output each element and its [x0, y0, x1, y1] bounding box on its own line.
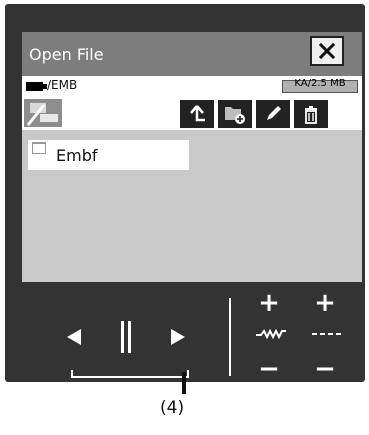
media-icon — [26, 103, 58, 126]
next-button[interactable] — [169, 328, 187, 350]
new-folder-button[interactable] — [218, 100, 252, 128]
triangle-left-icon — [67, 329, 81, 345]
close-icon — [319, 43, 335, 59]
panel-divider — [229, 298, 231, 376]
dialog-title: Open File — [29, 45, 104, 64]
path-bar: /EMB KA/2.5 MB — [22, 76, 362, 96]
stitch-length-minus-button[interactable]: − — [311, 354, 339, 384]
stitch-width-minus-button[interactable]: − — [255, 354, 283, 384]
delete-button[interactable] — [294, 100, 328, 128]
rename-button[interactable] — [256, 100, 290, 128]
file-toolbar — [22, 96, 362, 130]
trash-icon — [305, 106, 317, 124]
close-button[interactable] — [310, 36, 344, 66]
dialog-titlebar: Open File — [22, 32, 362, 76]
media-select-button[interactable] — [24, 99, 62, 127]
new-folder-icon — [225, 107, 245, 124]
callout-bracket — [71, 370, 189, 378]
straight-stitch-icon — [311, 326, 345, 345]
file-item[interactable]: Embf — [28, 140, 189, 170]
up-folder-button[interactable] — [180, 100, 214, 128]
prev-button[interactable] — [65, 328, 83, 350]
usb-icon — [26, 82, 47, 91]
path-text: /EMB — [47, 78, 78, 92]
machine-panel: Open File /EMB KA/2.5 MB Embf + + − − — [5, 4, 365, 384]
stitch-width-plus-button[interactable]: + — [255, 288, 283, 318]
lcd-screen: Open File /EMB KA/2.5 MB Embf — [22, 32, 362, 282]
up-folder-icon — [190, 105, 205, 122]
triangle-right-icon — [171, 329, 185, 345]
stitch-length-plus-button[interactable]: + — [311, 288, 339, 318]
callout-label: (4) — [160, 398, 185, 418]
pause-icon — [121, 321, 131, 353]
rename-pencil-icon — [267, 106, 281, 120]
folder-icon — [32, 142, 46, 154]
capacity-text: KA/2.5 MB — [294, 78, 346, 89]
file-name: Embf — [56, 146, 98, 165]
callout-leader-line — [182, 372, 186, 394]
pause-button[interactable] — [119, 320, 133, 358]
zigzag-stitch-icon — [255, 326, 287, 345]
